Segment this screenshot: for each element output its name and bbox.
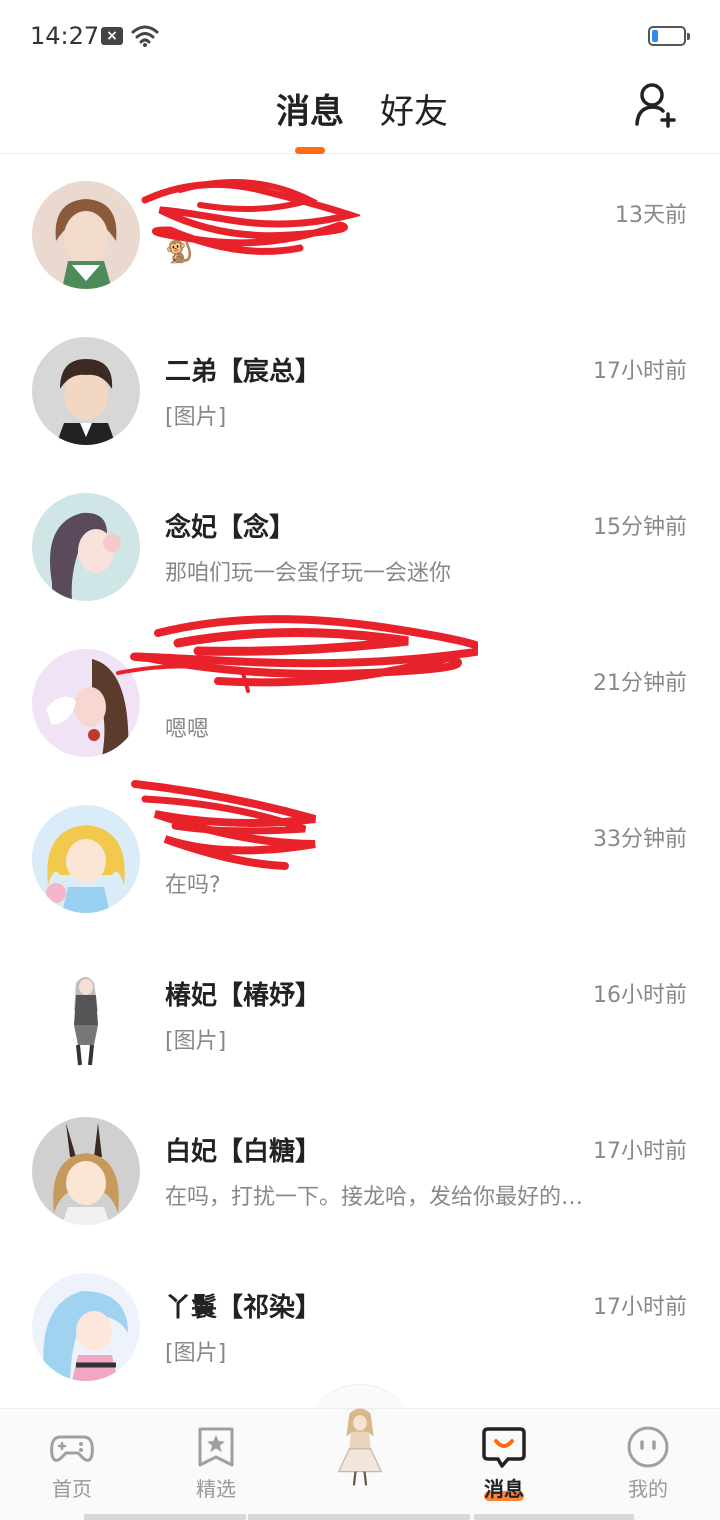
list-item[interactable]: 丫鬟【祁染】 [图片] 17小时前 — [0, 1247, 720, 1403]
list-item[interactable]: 在吗? 33分钟前 — [0, 779, 720, 935]
message-preview: [图片] — [165, 1029, 227, 1054]
bookmark-star-icon — [198, 1427, 234, 1467]
avatar[interactable] — [32, 181, 140, 289]
header: 消息 好友 — [0, 72, 720, 154]
message-time: 21分钟前 — [593, 671, 687, 696]
redaction-scribble — [116, 615, 478, 693]
add-friend-icon[interactable] — [632, 80, 682, 130]
nav-featured-label: 精选 — [196, 1477, 236, 1501]
status-bar: 14:27 × — [0, 0, 720, 72]
tab-messages[interactable]: 消息 — [276, 84, 344, 133]
contact-name: 二弟【宸总】 — [165, 357, 322, 387]
list-item[interactable]: 白妃【白糖】 在吗，打扰一下。接龙哈，发给你最好的人，不管是帮助过你的人… 17… — [0, 1091, 720, 1247]
avatar[interactable] — [32, 961, 140, 1069]
contact-name: 椿妃【椿妤】 — [165, 981, 322, 1011]
nav-character[interactable] — [318, 1389, 402, 1509]
avatar[interactable] — [32, 493, 140, 601]
message-preview: [图片] — [165, 405, 227, 430]
message-preview: 那咱们玩一会蛋仔玩一会迷你 — [165, 561, 452, 586]
nav-home[interactable]: 首页 — [12, 1409, 132, 1520]
redaction-scribble — [131, 780, 317, 870]
nav-home-label: 首页 — [52, 1477, 92, 1501]
nav-mine[interactable]: 我的 — [588, 1409, 708, 1520]
message-preview: 在吗? — [165, 873, 221, 898]
message-time: 33分钟前 — [593, 827, 687, 852]
nav-messages[interactable]: 消息 — [444, 1409, 564, 1520]
avatar[interactable] — [32, 1117, 140, 1225]
message-time: 15分钟前 — [593, 515, 687, 540]
smiley-face-icon — [627, 1426, 669, 1468]
contact-name: 白妃【白糖】 — [165, 1137, 322, 1167]
system-gesture-bar — [248, 1514, 470, 1520]
status-time: 14:27 — [30, 22, 100, 50]
monkey-emoji: 🐒 — [165, 237, 195, 265]
system-gesture-bar — [474, 1514, 634, 1520]
contact-name: 丫鬟【祁染】 — [165, 1293, 322, 1323]
message-preview: 在吗，打扰一下。接龙哈，发给你最好的人，不管是帮助过你的人… — [165, 1185, 595, 1210]
chat-bubble-icon — [482, 1427, 526, 1468]
message-time: 17小时前 — [593, 1139, 687, 1164]
active-tab-indicator — [295, 147, 325, 154]
list-item[interactable]: 🐒 13天前 — [0, 155, 720, 311]
message-time: 17小时前 — [593, 1295, 687, 1320]
message-time: 16小时前 — [593, 983, 687, 1008]
message-preview: [图片] — [165, 1341, 227, 1366]
avatar[interactable] — [32, 337, 140, 445]
tab-friends[interactable]: 好友 — [380, 84, 448, 133]
gamepad-icon — [50, 1435, 94, 1462]
list-item[interactable]: 嗯嗯 21分钟前 — [0, 615, 720, 779]
message-preview: 嗯嗯 — [165, 717, 210, 742]
avatar[interactable] — [32, 649, 140, 757]
avatar[interactable] — [32, 1273, 140, 1381]
message-list: 🐒 13天前 二弟【宸总】 [图片] 17小时前 念妃【念】 那咱们玩一会蛋仔玩… — [0, 155, 720, 1403]
wifi-icon — [131, 25, 159, 47]
contact-name: 念妃【念】 — [165, 513, 296, 543]
bottom-nav: 首页 精选 消息 我的 — [0, 1408, 720, 1520]
system-gesture-bar — [84, 1514, 246, 1520]
list-item[interactable]: 二弟【宸总】 [图片] 17小时前 — [0, 311, 720, 467]
list-item[interactable]: 椿妃【椿妤】 [图片] 16小时前 — [0, 935, 720, 1091]
message-time: 17小时前 — [593, 359, 687, 384]
avatar[interactable] — [32, 805, 140, 913]
nav-featured[interactable]: 精选 — [156, 1409, 276, 1520]
battery-icon — [648, 26, 690, 46]
nav-messages-label: 消息 — [484, 1477, 524, 1501]
list-item[interactable]: 念妃【念】 那咱们玩一会蛋仔玩一会迷你 15分钟前 — [0, 467, 720, 623]
nav-mine-label: 我的 — [628, 1477, 668, 1501]
message-time: 13天前 — [615, 203, 687, 228]
character-avatar-icon — [337, 1408, 383, 1486]
notification-x-icon: × — [101, 27, 123, 45]
